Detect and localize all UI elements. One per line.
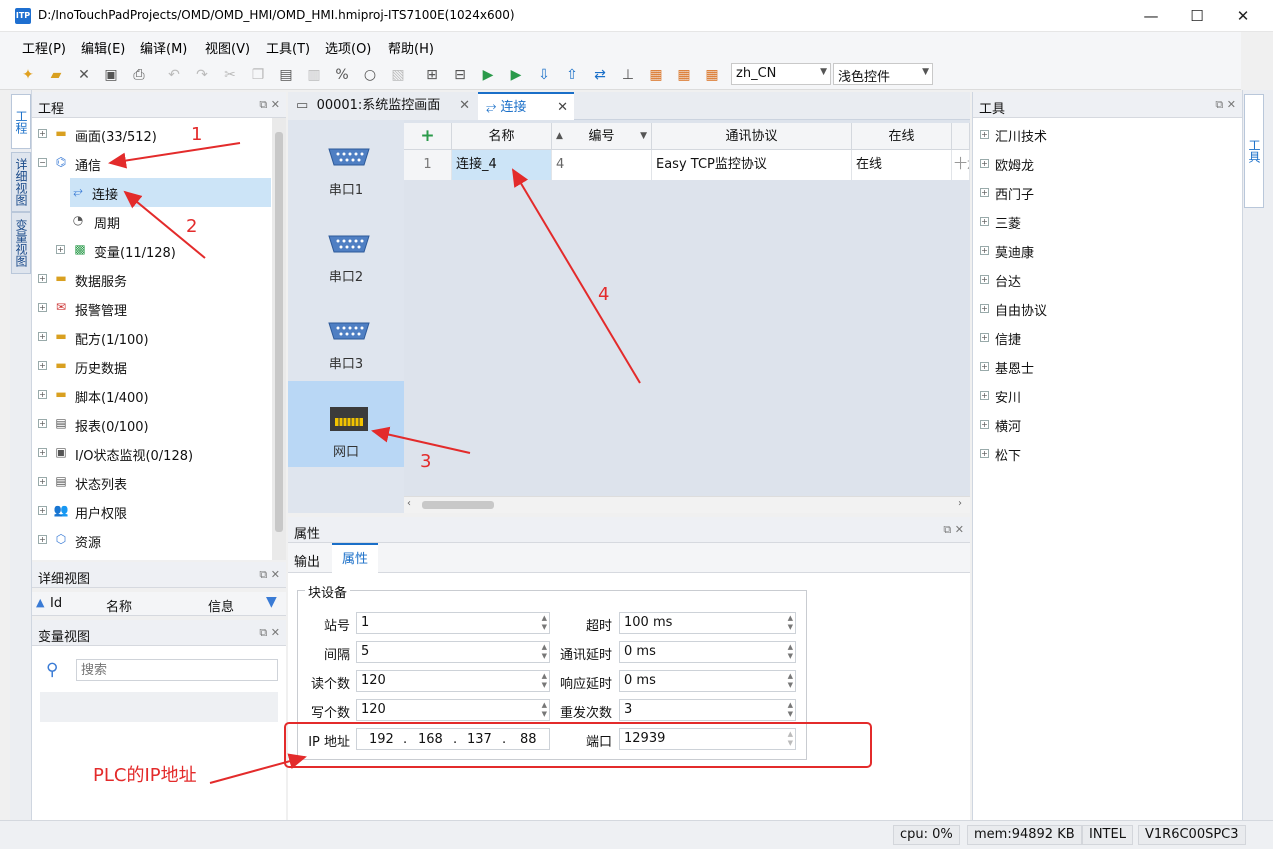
annotation-number-1: 1 [191,124,203,145]
annotation-number-4: 4 [598,284,610,305]
ip-highlight-box [284,722,872,768]
arrow-4 [511,168,641,384]
arrow-1 [108,142,241,169]
annotation-plc-ip: PLC的IP地址 [93,765,197,786]
arrow-3 [371,426,471,454]
arrow-plc [209,753,307,784]
annotation-number-2: 2 [186,216,198,237]
annotation-number-3: 3 [420,451,432,472]
